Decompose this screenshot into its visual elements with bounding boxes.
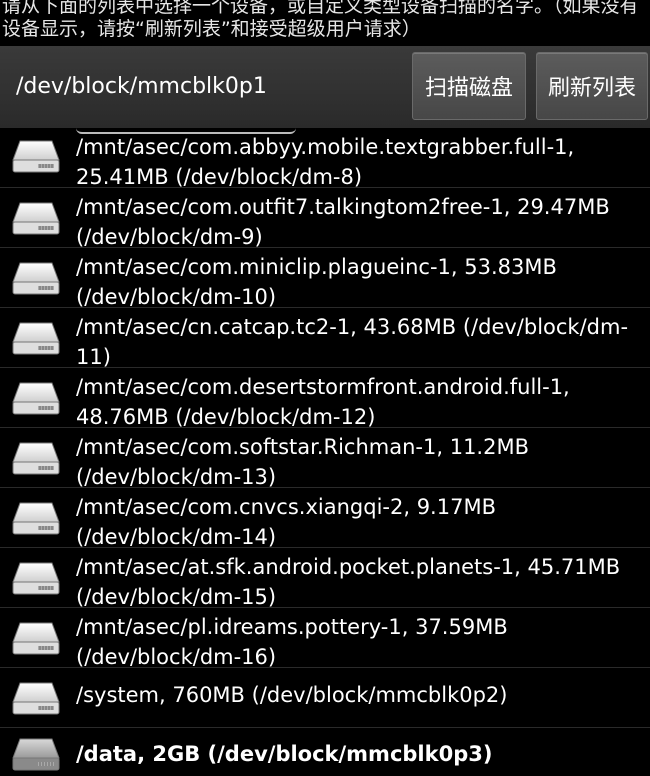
hard-drive-icon — [12, 736, 60, 772]
device-label: /mnt/asec/cn.catcap.tc2-1, 43.68MB (/dev… — [76, 315, 629, 369]
toolbar: 扫描磁盘 刷新列表 — [0, 46, 650, 128]
device-label: /data, 2GB (/dev/block/mmcblk0p3) — [76, 742, 493, 766]
hard-drive-icon — [12, 680, 60, 716]
device-list-item[interactable]: /mnt/asec/com.miniclip.plagueinc-1, 53.8… — [0, 248, 650, 309]
hard-drive-icon — [12, 260, 60, 296]
device-label: /mnt/asec/com.abbyy.mobile.textgrabber.f… — [76, 135, 575, 189]
device-label: /mnt/asec/com.softstar.Richman-1, 11.2MB… — [76, 435, 529, 489]
hard-drive-icon — [12, 440, 60, 476]
device-list-item[interactable]: /mnt/asec/com.outfit7.talkingtom2free-1,… — [0, 188, 650, 249]
device-list-item[interactable]: /system, 760MB (/dev/block/mmcblk0p2) — [0, 668, 650, 728]
hard-drive-icon — [12, 500, 60, 536]
device-label: /mnt/asec/com.desertstormfront.android.f… — [76, 375, 570, 429]
device-label: /mnt/asec/pl.idreams.pottery-1, 37.59MB … — [76, 615, 508, 669]
device-label: /mnt/asec/at.sfk.android.pocket.planets-… — [76, 555, 621, 609]
device-label: /mnt/asec/com.outfit7.talkingtom2free-1,… — [76, 195, 610, 249]
refresh-list-button[interactable]: 刷新列表 — [536, 52, 648, 120]
hard-drive-icon — [12, 138, 60, 174]
device-list-item[interactable]: /data, 2GB (/dev/block/mmcblk0p3) — [0, 728, 650, 776]
device-path-input[interactable] — [0, 46, 404, 128]
hard-drive-icon — [12, 380, 60, 416]
device-list-item[interactable]: /mnt/asec/com.abbyy.mobile.textgrabber.f… — [0, 128, 650, 189]
hard-drive-icon — [12, 560, 60, 596]
device-label: /system, 760MB (/dev/block/mmcblk0p2) — [76, 683, 508, 707]
device-list-item[interactable]: /mnt/asec/cn.catcap.tc2-1, 43.68MB (/dev… — [0, 308, 650, 369]
hard-drive-icon — [12, 620, 60, 656]
scan-disk-button[interactable]: 扫描磁盘 — [412, 52, 526, 120]
device-list-item[interactable]: /mnt/asec/com.softstar.Richman-1, 11.2MB… — [0, 428, 650, 489]
hard-drive-icon — [12, 200, 60, 236]
device-list-item[interactable]: /mnt/asec/pl.idreams.pottery-1, 37.59MB … — [0, 608, 650, 669]
device-label: /mnt/asec/com.cnvcs.xiangqi-2, 9.17MB (/… — [76, 495, 496, 549]
hard-drive-icon — [12, 320, 60, 356]
device-list-item[interactable]: /mnt/asec/com.cnvcs.xiangqi-2, 9.17MB (/… — [0, 488, 650, 549]
device-list-item[interactable]: /mnt/asec/com.desertstormfront.android.f… — [0, 368, 650, 429]
device-list-item[interactable]: /mnt/asec/at.sfk.android.pocket.planets-… — [0, 548, 650, 609]
device-label: /mnt/asec/com.miniclip.plagueinc-1, 53.8… — [76, 255, 557, 309]
instruction-text: 请从下面的列表中选择一个设备，或自定义类型设备扫描的名字。（如果没有设备显示，请… — [2, 0, 639, 40]
device-list: /mnt/asec/com.abbyy.mobile.textgrabber.f… — [0, 128, 650, 776]
